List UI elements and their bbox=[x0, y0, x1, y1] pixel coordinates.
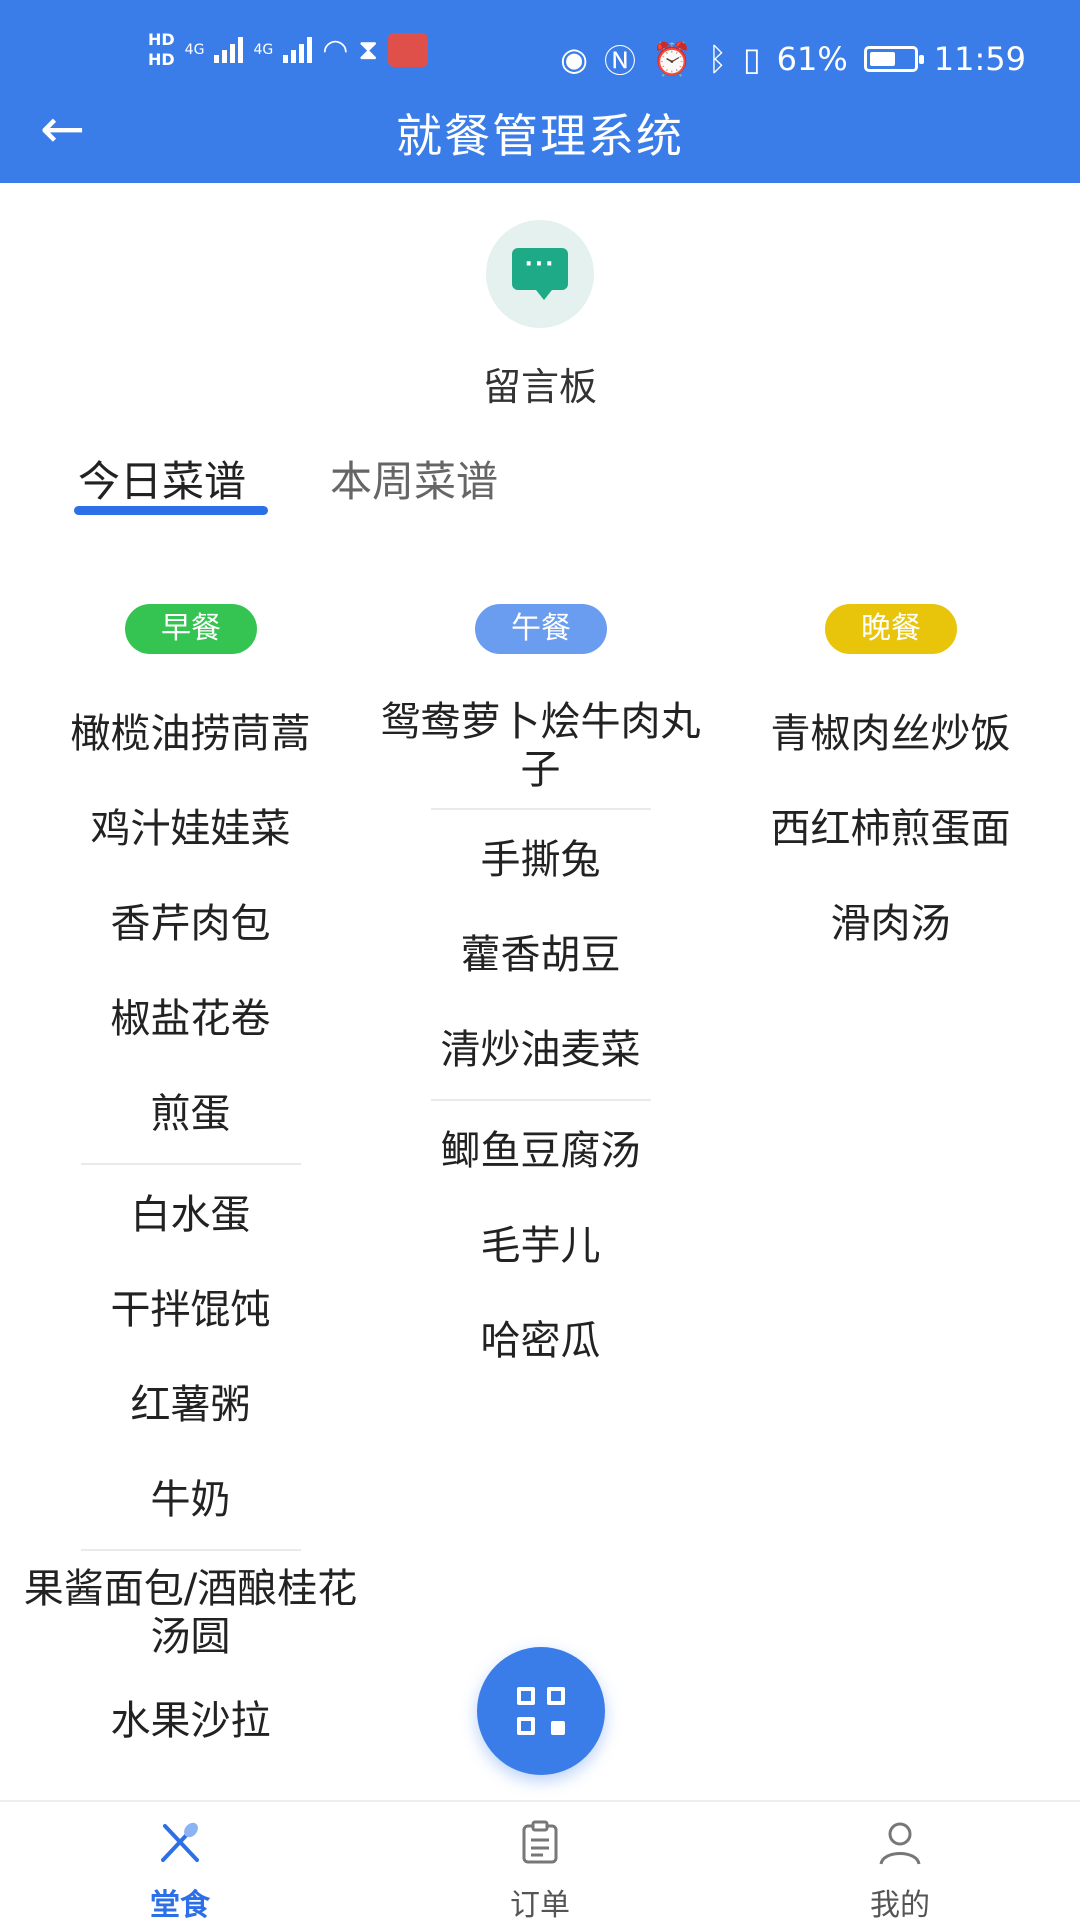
dish-item: 手撕兔 bbox=[480, 836, 601, 883]
dinner-badge: 晚餐 bbox=[825, 604, 957, 654]
dish-item: 椒盐花卷 bbox=[110, 995, 271, 1042]
divider bbox=[430, 1099, 651, 1101]
user-icon bbox=[879, 1822, 921, 1865]
signal-icon-1 bbox=[214, 37, 244, 63]
hourglass-icon: ⧗ bbox=[358, 33, 379, 66]
app-root: HD HD 4G 4G ◠ ⧗ ◉ Ⓝ ⏰ ᛒ ▯ 61% 11:59 ← 就餐… bbox=[0, 0, 1080, 1920]
bottom-nav: 堂食 订单 我的 bbox=[0, 1800, 1080, 1920]
hd-indicator: HD HD bbox=[148, 30, 175, 70]
nav-item-orders[interactable]: 订单 bbox=[460, 1820, 620, 1920]
dish-item: 哈密瓜 bbox=[480, 1317, 601, 1364]
dish-item: 煎蛋 bbox=[150, 1090, 231, 1137]
clipboard-icon bbox=[522, 1820, 558, 1864]
battery-icon bbox=[863, 46, 924, 72]
tab-today-menu[interactable]: 今日菜谱 bbox=[78, 448, 246, 509]
nav-label-profile: 我的 bbox=[870, 1888, 930, 1920]
hd-label-2: HD bbox=[148, 50, 175, 69]
battery-percent: 61% bbox=[776, 40, 848, 78]
dish-item: 毛芋儿 bbox=[480, 1222, 601, 1269]
dish-item: 果酱面包/酒酿桂花汤圆 bbox=[23, 1566, 358, 1660]
nav-label-orders: 订单 bbox=[510, 1888, 570, 1920]
alarm-icon: ⏰ bbox=[652, 40, 692, 78]
dish-item: 红薯粥 bbox=[130, 1381, 251, 1428]
dish-item: 干拌馄饨 bbox=[110, 1286, 271, 1333]
dish-item: 水果沙拉 bbox=[110, 1697, 271, 1744]
dish-item: 鲫鱼豆腐汤 bbox=[440, 1127, 641, 1174]
app-notification-icon bbox=[388, 33, 429, 67]
nav-item-dining[interactable]: 堂食 bbox=[100, 1820, 260, 1920]
status-bar: HD HD 4G 4G ◠ ⧗ ◉ Ⓝ ⏰ ᛒ ▯ 61% 11:59 bbox=[0, 0, 1080, 110]
dish-item: 滑肉汤 bbox=[830, 900, 951, 947]
tab-week-menu[interactable]: 本周菜谱 bbox=[330, 448, 498, 509]
dinner-menu-column: 青椒肉丝炒饭 西红柿煎蛋面 滑肉汤 bbox=[715, 686, 1066, 971]
eye-icon: ◉ bbox=[560, 40, 588, 78]
header: HD HD 4G 4G ◠ ⧗ ◉ Ⓝ ⏰ ᛒ ▯ 61% 11:59 ← 就餐… bbox=[0, 0, 1080, 183]
dish-item: 鸳鸯萝卜烩牛肉丸子 bbox=[380, 699, 701, 793]
clock: 11:59 bbox=[933, 40, 1026, 78]
nfc-icon: Ⓝ bbox=[603, 42, 636, 80]
divider bbox=[430, 808, 651, 810]
network-label-2: 4G bbox=[253, 42, 274, 58]
dish-item: 香芹肉包 bbox=[110, 900, 271, 947]
vibrate-icon: ▯ bbox=[743, 40, 761, 78]
dish-item: 牛奶 bbox=[150, 1476, 231, 1523]
message-board[interactable]: ··· 留言板 bbox=[0, 220, 1080, 411]
status-left: HD HD 4G 4G ◠ ⧗ bbox=[148, 30, 429, 70]
lunch-menu-column: 鸳鸯萝卜烩牛肉丸子 手撕兔 藿香胡豆 清炒油麦菜 鲫鱼豆腐汤 毛芋儿 哈密瓜 bbox=[365, 686, 716, 1388]
divider bbox=[80, 1549, 301, 1551]
tab-active-indicator bbox=[74, 506, 268, 515]
dish-item: 藿香胡豆 bbox=[460, 931, 621, 978]
dish-item: 清炒油麦菜 bbox=[440, 1026, 641, 1073]
divider bbox=[80, 1163, 301, 1165]
hd-label-1: HD bbox=[148, 30, 175, 49]
battery-fill bbox=[869, 52, 896, 66]
dish-item: 青椒肉丝炒饭 bbox=[770, 710, 1011, 757]
wifi-icon: ◠ bbox=[322, 32, 349, 68]
qr-scan-button[interactable] bbox=[477, 1647, 605, 1775]
signal-icon-2 bbox=[283, 37, 313, 63]
chat-bubble-icon: ··· bbox=[512, 248, 568, 300]
menu-tabs: 今日菜谱 本周菜谱 bbox=[0, 440, 1080, 520]
dish-item: 白水蛋 bbox=[130, 1191, 251, 1238]
status-right: ◉ Ⓝ ⏰ ᛒ ▯ 61% 11:59 bbox=[560, 36, 1026, 82]
network-label-1: 4G bbox=[184, 42, 205, 58]
message-board-label[interactable]: 留言板 bbox=[0, 356, 1080, 411]
qr-code-icon bbox=[517, 1687, 565, 1735]
bluetooth-icon: ᛒ bbox=[707, 40, 728, 78]
message-board-icon-bg[interactable]: ··· bbox=[486, 220, 594, 328]
dish-item: 鸡汁娃娃菜 bbox=[90, 805, 291, 852]
breakfast-menu-column: 橄榄油捞茼蒿 鸡汁娃娃菜 香芹肉包 椒盐花卷 煎蛋 白水蛋 干拌馄饨 红薯粥 牛… bbox=[15, 686, 366, 1768]
breakfast-badge: 早餐 bbox=[125, 604, 257, 654]
nav-item-profile[interactable]: 我的 bbox=[820, 1820, 980, 1920]
nav-label-dining: 堂食 bbox=[150, 1888, 210, 1920]
lunch-badge: 午餐 bbox=[475, 604, 607, 654]
page-title: 就餐管理系统 bbox=[396, 109, 684, 163]
dish-item: 橄榄油捞茼蒿 bbox=[70, 710, 311, 757]
dish-item: 西红柿煎蛋面 bbox=[770, 805, 1011, 852]
dining-icon bbox=[161, 1822, 199, 1862]
chat-dots: ··· bbox=[524, 252, 556, 277]
